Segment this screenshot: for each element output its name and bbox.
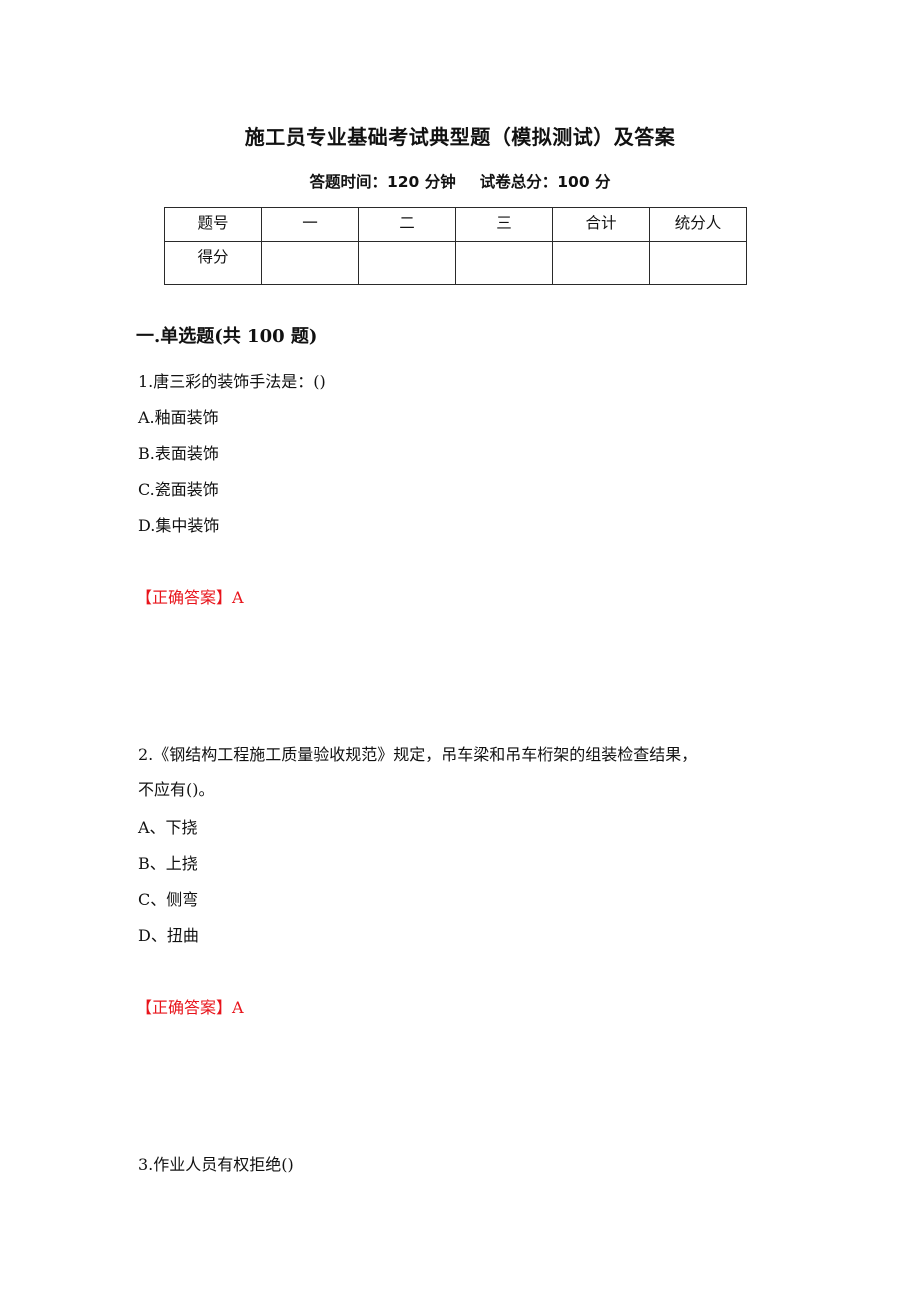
question-3-text: 3.作业人员有权拒绝() (138, 1155, 294, 1174)
question-1-option-c: C.瓷面装饰 (138, 480, 219, 499)
question-2-option-b: B、上挠 (138, 854, 198, 873)
section-heading: 一.单选题(共 100 题) (136, 326, 318, 347)
exam-time: 答题时间：120 分钟 (309, 173, 456, 191)
score-table-cell: 二 (358, 207, 456, 242)
question-1-option-a: A.釉面装饰 (138, 408, 219, 427)
question-2-text-line2: 不应有()。 (138, 780, 215, 799)
question-1-option-b: B.表面装饰 (138, 444, 219, 463)
score-table-score-row: 得分 (164, 241, 747, 285)
question-2-option-c: C、侧弯 (138, 890, 199, 909)
question-2-option-d: D、扭曲 (138, 926, 199, 945)
question-1-text: 1.唐三彩的装饰手法是：() (138, 372, 326, 391)
score-table-cell (552, 241, 650, 285)
score-table-cell: 统分人 (649, 207, 747, 242)
document-title: 施工员专业基础考试典型题（模拟测试）及答案 (244, 125, 676, 149)
score-table-cell: 一 (261, 207, 359, 242)
score-table-header-row: 题号 一 二 三 合计 统分人 (164, 207, 747, 242)
score-table-cell (455, 241, 553, 285)
score-table: 题号 一 二 三 合计 统分人 得分 (164, 207, 747, 285)
score-table-cell (358, 241, 456, 285)
question-1-answer: 【正确答案】A (136, 588, 244, 607)
question-2-text-line1: 2.《钢结构工程施工质量验收规范》规定，吊车梁和吊车桁架的组装检查结果， (138, 745, 698, 764)
score-table-cell: 得分 (164, 241, 262, 285)
question-2-option-a: A、下挠 (138, 818, 198, 837)
exam-meta: 答题时间：120 分钟 试卷总分：100 分 (0, 170, 920, 192)
question-1-option-d: D.集中装饰 (138, 516, 220, 535)
question-2-answer: 【正确答案】A (136, 998, 244, 1017)
score-table-cell (649, 241, 747, 285)
score-table-cell: 题号 (164, 207, 262, 242)
score-table-cell (261, 241, 359, 285)
score-table-cell: 合计 (552, 207, 650, 242)
exam-total-score: 试卷总分：100 分 (479, 173, 611, 191)
score-table-cell: 三 (455, 207, 553, 242)
